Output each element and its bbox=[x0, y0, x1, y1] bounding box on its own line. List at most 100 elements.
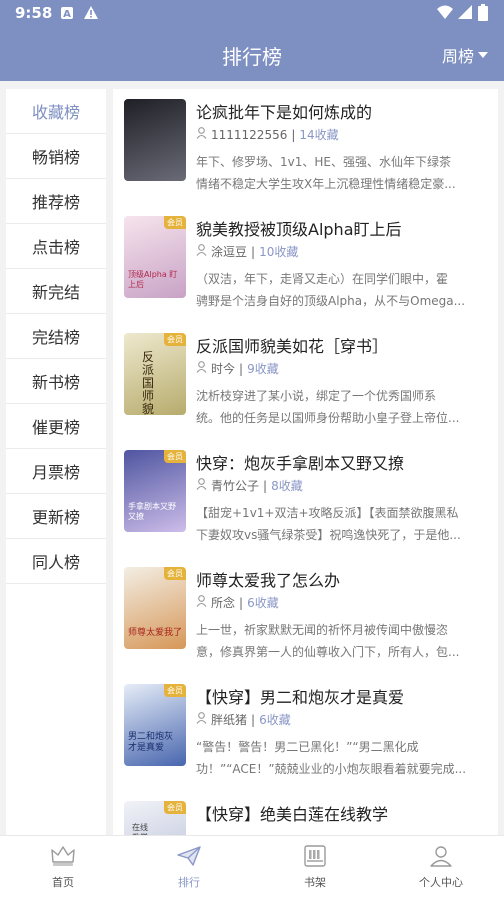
sidebar-item-monthly-ticket[interactable]: 月票榜 bbox=[6, 449, 106, 494]
sidebar-item-label: 完结榜 bbox=[31, 328, 80, 347]
caret-down-icon bbox=[478, 52, 488, 58]
book-description: （双洁，年下，走肾又走心）在同学们眼中，霍 骋野是个洁身自好的顶级Alpha，从… bbox=[196, 268, 490, 312]
book-description: 【甜宠+1v1+双洁+攻略反派】【表面禁欲腹黑私 下妻奴攻vs骚气绿茶受】祝鸣逸… bbox=[196, 502, 490, 546]
battery-icon bbox=[478, 4, 488, 25]
book-item[interactable]: 会员 男二和炮灰 才是真爱 【快穿】男二和炮灰才是真爱 胖纸猪 | 6收藏 “警… bbox=[113, 674, 498, 791]
book-desc-line: 骋野是个洁身自好的顶级Alpha，从不与Omega... bbox=[196, 294, 466, 308]
book-description: 年下、修罗场、1v1、HE、强强、水仙年下绿茶 情绪不稳定大学生攻X年上沉稳理性… bbox=[196, 151, 490, 195]
sidebar-item-bestseller[interactable]: 畅销榜 bbox=[6, 134, 106, 179]
book-favorites: 6收藏 bbox=[247, 596, 279, 610]
meta-separator: | bbox=[239, 361, 244, 376]
book-desc-line: （双洁，年下，走肾又走心）在同学们眼中，霍 bbox=[196, 272, 449, 286]
book-cover: 会员 在线教学 bbox=[124, 801, 186, 835]
book-desc-line: 下妻奴攻vs骚气绿茶受】祝鸣逸快死了，于是他... bbox=[196, 528, 461, 542]
sidebar-item-urge-update[interactable]: 催更榜 bbox=[6, 404, 106, 449]
book-favorites: 14收藏 bbox=[299, 128, 339, 142]
book-title: 【快穿】绝美白莲在线教学 bbox=[196, 805, 389, 824]
book-meta: 1111122556 | 14收藏 bbox=[196, 126, 339, 143]
ranking-sidebar: 收藏榜 畅销榜 推荐榜 点击榜 新完结 完结榜 新书榜 催更榜 月票榜 更新榜 … bbox=[6, 89, 106, 835]
book-cover: 会员 反派国师貌美如花 bbox=[124, 333, 186, 415]
warning-icon bbox=[83, 5, 99, 24]
book-author: 时今 bbox=[211, 362, 236, 376]
nav-label: 排行 bbox=[178, 876, 200, 889]
cover-title: 在线教学 bbox=[132, 823, 148, 835]
book-meta: 涂逗豆 | 10收藏 bbox=[196, 243, 298, 260]
paper-plane-icon bbox=[176, 844, 202, 874]
meta-separator: | bbox=[239, 595, 244, 610]
nav-ranking[interactable]: 排行 bbox=[126, 836, 252, 897]
book-item[interactable]: 会员 顶级Alpha 盯上后 貌美教授被顶级Alpha盯上后 涂逗豆 | 10收… bbox=[113, 206, 498, 323]
notification-a-icon: A bbox=[60, 5, 74, 24]
book-author: 青竹公子 bbox=[211, 479, 260, 493]
book-title: 反派国师貌美如花［穿书］ bbox=[196, 337, 389, 356]
book-title: 貌美教授被顶级Alpha盯上后 bbox=[196, 220, 402, 239]
author-icon bbox=[196, 712, 207, 727]
book-desc-line: 沈析枝穿进了某小说，绑定了一个优秀国师系 bbox=[196, 389, 437, 403]
book-desc-line: 年下、修罗场、1v1、HE、强强、水仙年下绿茶 bbox=[196, 155, 451, 169]
author-icon bbox=[196, 361, 207, 376]
book-list: 论疯批年下是如何炼成的 1111122556 | 14收藏 年下、修罗场、1v1… bbox=[113, 89, 498, 835]
sidebar-item-fanfic[interactable]: 同人榜 bbox=[6, 539, 106, 584]
status-bar: 9:58 A bbox=[0, 0, 504, 27]
sidebar-item-label: 更新榜 bbox=[31, 508, 80, 527]
wifi-icon bbox=[437, 4, 453, 24]
svg-text:A: A bbox=[63, 9, 71, 20]
sidebar-item-label: 月票榜 bbox=[31, 463, 80, 482]
sidebar-item-new-books[interactable]: 新书榜 bbox=[6, 359, 106, 404]
meta-separator: | bbox=[251, 712, 256, 727]
sidebar-item-update[interactable]: 更新榜 bbox=[6, 494, 106, 539]
book-meta: 胖纸猪 | 6收藏 bbox=[196, 711, 291, 728]
period-selector[interactable]: 周榜 bbox=[442, 43, 488, 67]
book-meta: 青竹公子 | 8收藏 bbox=[196, 477, 303, 494]
book-favorites: 9收藏 bbox=[247, 362, 279, 376]
book-favorites: 10收藏 bbox=[259, 245, 299, 259]
sidebar-item-recommend[interactable]: 推荐榜 bbox=[6, 179, 106, 224]
book-desc-line: 意，修真界第一人的仙尊收入门下，所有人，包... bbox=[196, 645, 460, 659]
cover-title: 手拿剧本又野又撩 bbox=[128, 502, 176, 521]
book-author: 涂逗豆 bbox=[211, 245, 248, 259]
book-cover bbox=[124, 99, 186, 181]
sidebar-item-label: 点击榜 bbox=[31, 238, 80, 257]
book-favorites: 6收藏 bbox=[259, 713, 291, 727]
nav-profile[interactable]: 个人中心 bbox=[378, 836, 504, 897]
cover-title: 师尊太爱我了 bbox=[128, 628, 183, 638]
meta-separator: | bbox=[263, 478, 268, 493]
book-item[interactable]: 会员 师尊太爱我了 师尊太爱我了怎么办 所念 | 6收藏 上一世，祈家默默无闻的… bbox=[113, 557, 498, 674]
cover-title: 顶级Alpha 盯上后 bbox=[128, 270, 178, 289]
period-label: 周榜 bbox=[441, 47, 474, 66]
vip-badge: 会员 bbox=[164, 801, 186, 814]
book-desc-line: 功！”“ACE！”兢兢业业的小炮灰眼看着就要完成... bbox=[196, 762, 467, 776]
book-author: 所念 bbox=[211, 596, 236, 610]
sidebar-item-finished[interactable]: 完结榜 bbox=[6, 314, 106, 359]
author-icon bbox=[196, 244, 207, 259]
book-item[interactable]: 会员 在线教学 【快穿】绝美白莲在线教学 bbox=[113, 791, 498, 835]
book-author: 胖纸猪 bbox=[211, 713, 248, 727]
app-header: 排行榜 周榜 bbox=[0, 27, 504, 81]
book-item[interactable]: 会员 手拿剧本又野又撩 快穿：炮灰手拿剧本又野又撩 青竹公子 | 8收藏 【甜宠… bbox=[113, 440, 498, 557]
book-favorites: 8收藏 bbox=[271, 479, 303, 493]
author-icon bbox=[196, 595, 207, 610]
nav-label: 书架 bbox=[304, 876, 326, 889]
page-title: 排行榜 bbox=[222, 45, 282, 69]
sidebar-item-collect[interactable]: 收藏榜 bbox=[6, 89, 106, 134]
author-icon bbox=[196, 127, 207, 142]
book-desc-line: 统。他的任务是以国师身份帮助小皇子登上帝位... bbox=[196, 411, 460, 425]
sidebar-item-new-finished[interactable]: 新完结 bbox=[6, 269, 106, 314]
crown-icon bbox=[50, 844, 76, 874]
nav-label: 首页 bbox=[52, 876, 74, 889]
nav-bookshelf[interactable]: 书架 bbox=[252, 836, 378, 897]
book-desc-line: 【甜宠+1v1+双洁+攻略反派】【表面禁欲腹黑私 bbox=[196, 506, 459, 520]
sidebar-item-label: 收藏榜 bbox=[31, 103, 80, 122]
book-item[interactable]: 论疯批年下是如何炼成的 1111122556 | 14收藏 年下、修罗场、1v1… bbox=[113, 89, 498, 206]
sidebar-item-clicks[interactable]: 点击榜 bbox=[6, 224, 106, 269]
vip-badge: 会员 bbox=[164, 333, 186, 346]
book-cover: 会员 顶级Alpha 盯上后 bbox=[124, 216, 186, 298]
book-description: 沈析枝穿进了某小说，绑定了一个优秀国师系 统。他的任务是以国师身份帮助小皇子登上… bbox=[196, 385, 490, 429]
book-title: 【快穿】男二和炮灰才是真爱 bbox=[196, 688, 405, 707]
meta-separator: | bbox=[251, 244, 256, 259]
book-desc-line: 情绪不稳定大学生攻X年上沉稳理性情绪稳定豪... bbox=[196, 177, 456, 191]
nav-home[interactable]: 首页 bbox=[0, 836, 126, 897]
book-cover: 会员 师尊太爱我了 bbox=[124, 567, 186, 649]
book-description: “警告！警告！男二已黑化！”“男二黑化成 功！”“ACE！”兢兢业业的小炮灰眼看… bbox=[196, 736, 490, 780]
book-item[interactable]: 会员 反派国师貌美如花 反派国师貌美如花［穿书］ 时今 | 9收藏 沈析枝穿进了… bbox=[113, 323, 498, 440]
